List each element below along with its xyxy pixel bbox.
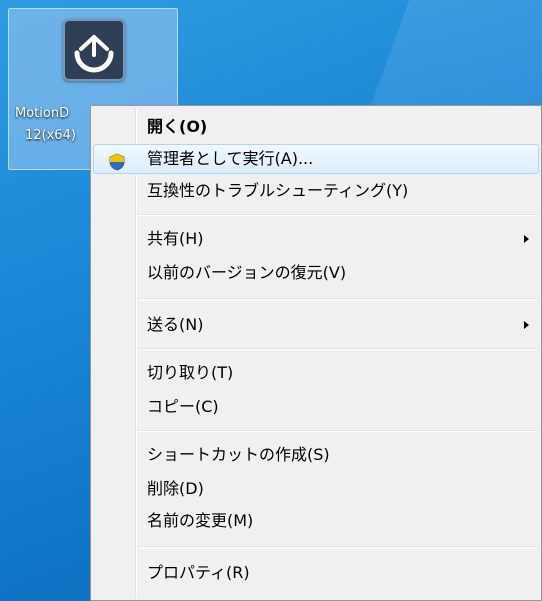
menu-item-run-as-admin[interactable]: 管理者として実行(A)... [93,144,539,174]
submenu-arrow-icon [524,321,529,329]
menu-item-label: 互換性のトラブルシューティング(Y) [147,181,409,200]
menu-item-label: 送る(N) [147,315,204,334]
menu-item-delete[interactable]: 削除(D) [93,474,539,504]
menu-item-rename[interactable]: 名前の変更(M) [93,506,539,536]
menu-item-compatibility-troubleshoot[interactable]: 互換性のトラブルシューティング(Y) [93,176,539,206]
menu-item-label: 管理者として実行(A)... [147,149,314,168]
menu-item-label: 以前のバージョンの復元(V) [147,263,347,282]
menu-item-label: ショートカットの作成(S) [147,445,330,464]
menu-item-share[interactable]: 共有(H) [93,224,539,254]
menu-item-label: 開く(O) [147,117,208,136]
menu-item-label: プロパティ(R) [147,563,250,582]
menu-item-create-shortcut[interactable]: ショートカットの作成(S) [93,440,539,470]
menu-separator [137,214,537,216]
menu-item-cut[interactable]: 切り取り(T) [93,358,539,388]
menu-item-label: 削除(D) [147,479,204,498]
menu-item-send-to[interactable]: 送る(N) [93,310,539,340]
motion-app-icon [63,19,125,81]
menu-separator [137,298,537,300]
menu-separator [137,348,537,350]
menu-item-label: 切り取り(T) [147,363,234,382]
context-menu: 開く(O) 管理者として実行(A)... 互換性のトラブルシューティング(Y) … [90,105,542,601]
menu-item-open[interactable]: 開く(O) [93,112,539,142]
submenu-arrow-icon [524,235,529,243]
menu-item-label: 名前の変更(M) [147,511,254,530]
menu-item-label: 共有(H) [147,229,204,248]
menu-item-restore-previous-versions[interactable]: 以前のバージョンの復元(V) [93,258,539,288]
menu-item-label: コピー(C) [147,397,219,416]
menu-separator [137,430,537,432]
menu-separator [137,546,537,548]
menu-item-copy[interactable]: コピー(C) [93,392,539,422]
menu-item-properties[interactable]: プロパティ(R) [93,558,539,588]
